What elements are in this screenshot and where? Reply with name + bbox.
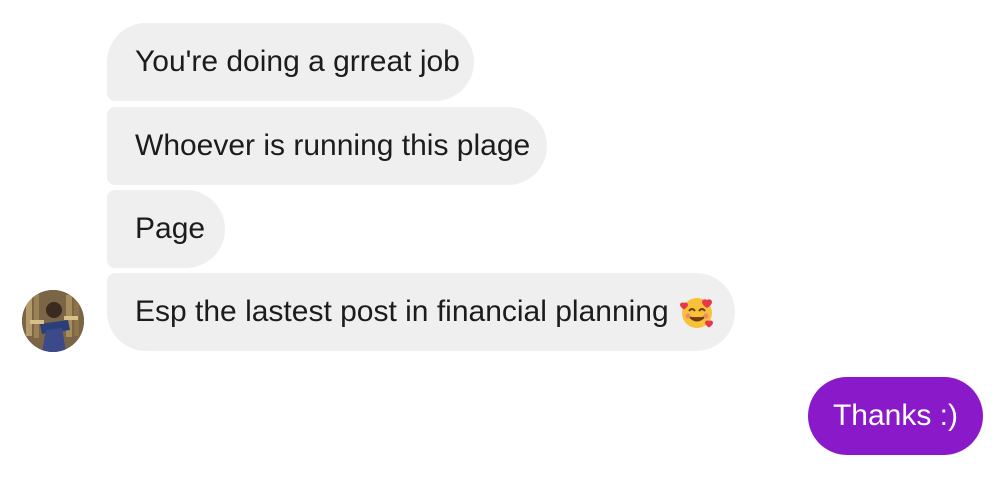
outgoing-message[interactable]: Thanks :): [808, 377, 983, 455]
message-text: Thanks :): [832, 399, 959, 432]
sender-avatar[interactable]: [22, 290, 84, 352]
message-text: Whoever is running this plage: [135, 129, 531, 162]
smiling-face-with-hearts-icon: [679, 294, 715, 330]
incoming-message[interactable]: You're doing a grreat job: [107, 23, 474, 101]
incoming-message[interactable]: Esp the lastest post in financial planni…: [107, 273, 735, 351]
message-text: Esp the lastest post in financial planni…: [135, 295, 669, 328]
message-text: Page: [135, 212, 206, 245]
incoming-message[interactable]: Whoever is running this plage: [107, 107, 547, 185]
incoming-message[interactable]: Page: [107, 190, 225, 268]
message-thread: You're doing a grreat job Whoever is run…: [0, 0, 1000, 489]
message-text: You're doing a grreat job: [135, 45, 460, 78]
person-photo-avatar-icon: [22, 290, 84, 352]
